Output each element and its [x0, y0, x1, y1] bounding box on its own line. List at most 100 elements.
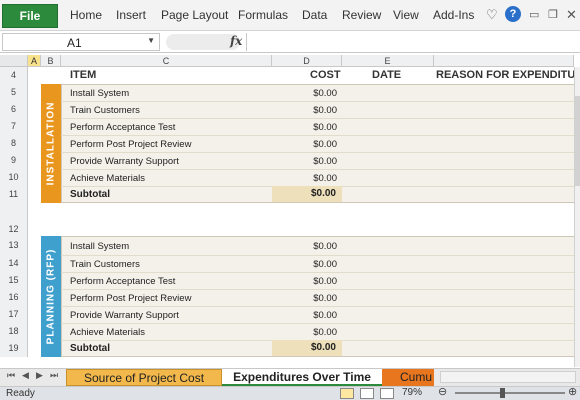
task-cell[interactable]: Perform Acceptance Test [70, 122, 175, 133]
cost-cell[interactable]: $0.00 [270, 156, 337, 167]
task-cell[interactable]: Train Customers [70, 105, 140, 116]
cost-cell[interactable]: $0.00 [270, 259, 337, 270]
installation-band: INSTALLATION [41, 84, 61, 203]
help-icon[interactable]: ? [505, 6, 521, 22]
tab-insert[interactable]: Insert [116, 8, 146, 22]
normal-view-icon[interactable] [340, 388, 354, 399]
formula-bar: A1 ▼ fx [0, 31, 580, 53]
heart-icon[interactable]: ♡ [486, 6, 498, 24]
task-cell[interactable]: Achieve Materials [70, 327, 145, 338]
next-sheet-icon[interactable]: ▶ [36, 370, 43, 381]
name-box[interactable]: A1 ▼ [2, 33, 160, 51]
cost-cell[interactable]: $0.00 [270, 139, 337, 150]
row-header[interactable]: 14 [0, 255, 28, 272]
cost-cell[interactable]: $0.00 [270, 241, 337, 252]
row-header[interactable]: 19 [0, 340, 28, 357]
column-header-c[interactable]: C [61, 55, 272, 67]
task-cell[interactable]: Train Customers [70, 259, 140, 270]
column-header-b[interactable]: B [41, 55, 61, 67]
zoom-out-icon[interactable]: ⊖ [438, 385, 447, 398]
row-header[interactable]: 16 [0, 289, 28, 306]
file-tab[interactable]: File [2, 4, 58, 28]
zoom-slider[interactable] [455, 392, 565, 394]
task-cell[interactable]: Install System [70, 241, 129, 252]
sheet-tab-expenditures-over-time[interactable]: Expenditures Over Time [222, 369, 382, 386]
tab-formulas[interactable]: Formulas [238, 8, 288, 22]
tab-review[interactable]: Review [342, 8, 381, 22]
row-header[interactable]: 13 [0, 236, 28, 255]
close-icon[interactable]: ✕ [566, 6, 577, 24]
horizontal-scrollbar[interactable] [440, 371, 576, 383]
last-sheet-icon[interactable]: ⏭ [50, 370, 58, 381]
sheet-tab-cumulative[interactable]: Cumu [382, 369, 434, 386]
formula-input[interactable] [246, 33, 580, 51]
row-header[interactable]: 11 [0, 186, 28, 203]
task-cell[interactable]: Provide Warranty Support [70, 156, 179, 167]
column-header-a[interactable]: A [28, 55, 41, 67]
task-cell[interactable]: Perform Post Project Review [70, 293, 191, 304]
row-header[interactable]: 6 [0, 101, 28, 118]
first-sheet-icon[interactable]: ⏮ [7, 370, 15, 381]
cost-cell[interactable]: $0.00 [270, 327, 337, 338]
date-header: DATE [372, 69, 402, 81]
cost-cell[interactable]: $0.00 [270, 173, 337, 184]
tab-page-layout[interactable]: Page Layout [161, 8, 228, 22]
row-divider [61, 152, 578, 153]
subtotal-value[interactable]: $0.00 [272, 186, 342, 202]
row-header[interactable]: 4 [0, 67, 28, 84]
cost-cell[interactable]: $0.00 [270, 276, 337, 287]
column-header-f[interactable] [434, 55, 574, 67]
row-divider [61, 135, 578, 136]
prev-sheet-icon[interactable]: ◀ [22, 370, 29, 381]
planning-band: PLANNING (RFP) [41, 236, 61, 357]
restore-icon[interactable]: ❐ [548, 6, 558, 24]
task-cell[interactable]: Install System [70, 88, 129, 99]
planning-label: PLANNING (RFP) [45, 248, 57, 345]
row-header[interactable]: 15 [0, 272, 28, 289]
tab-home[interactable]: Home [70, 8, 102, 22]
task-cell[interactable]: Perform Post Project Review [70, 139, 191, 150]
column-header-d[interactable]: D [272, 55, 342, 67]
task-cell[interactable]: Achieve Materials [70, 173, 145, 184]
row-divider [61, 101, 578, 102]
vertical-scroll-thumb[interactable] [575, 96, 580, 186]
row-header[interactable]: 9 [0, 152, 28, 169]
cost-cell[interactable]: $0.00 [270, 105, 337, 116]
subtotal-label: Subtotal [70, 343, 110, 354]
cost-cell[interactable]: $0.00 [270, 293, 337, 304]
select-all-corner[interactable] [0, 55, 28, 67]
insert-function-icon[interactable]: fx [230, 34, 242, 48]
zoom-level[interactable]: 79% [402, 387, 422, 398]
minimize-icon[interactable]: ▭ [529, 6, 539, 24]
tab-view[interactable]: View [393, 8, 419, 22]
row-header[interactable]: 12 [0, 203, 28, 236]
chevron-down-icon[interactable]: ▼ [147, 36, 155, 45]
page-layout-view-icon[interactable] [360, 388, 374, 399]
task-cell[interactable]: Perform Acceptance Test [70, 276, 175, 287]
column-header-e[interactable]: E [342, 55, 434, 67]
row-header[interactable]: 8 [0, 135, 28, 152]
row-header[interactable]: 7 [0, 118, 28, 135]
tab-add-ins[interactable]: Add-Ins [433, 8, 474, 22]
item-header: ITEM [70, 69, 97, 81]
name-box-value: A1 [67, 36, 82, 50]
row-divider [61, 169, 578, 170]
page-break-view-icon[interactable] [380, 388, 394, 399]
row-header[interactable]: 5 [0, 84, 28, 101]
cost-header: COST [310, 69, 341, 81]
subtotal-value[interactable]: $0.00 [272, 340, 342, 356]
formula-divider-handle[interactable] [166, 34, 240, 50]
reason-header: REASON FOR EXPENDITU [436, 69, 576, 81]
row-divider [61, 306, 578, 307]
zoom-in-icon[interactable]: ⊕ [568, 385, 577, 398]
row-header[interactable]: 10 [0, 169, 28, 186]
cost-cell[interactable]: $0.00 [270, 310, 337, 321]
tab-data[interactable]: Data [302, 8, 327, 22]
sheet-tab-source-of-project-cost[interactable]: Source of Project Cost [66, 369, 222, 386]
cost-cell[interactable]: $0.00 [270, 122, 337, 133]
row-header[interactable]: 18 [0, 323, 28, 340]
zoom-slider-thumb[interactable] [500, 388, 505, 398]
row-header[interactable]: 17 [0, 306, 28, 323]
task-cell[interactable]: Provide Warranty Support [70, 310, 179, 321]
cost-cell[interactable]: $0.00 [270, 88, 337, 99]
